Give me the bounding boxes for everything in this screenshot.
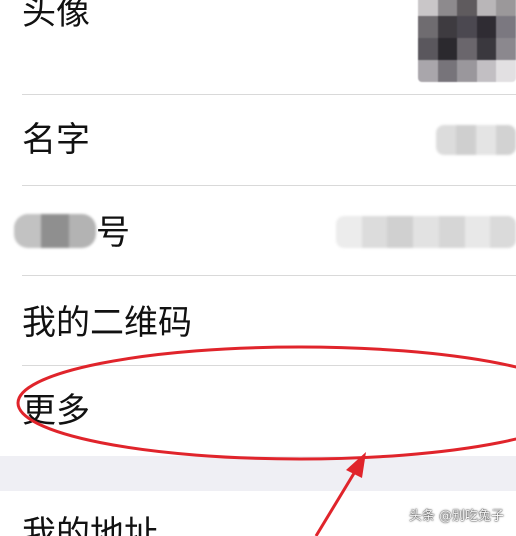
account-id-label: 号	[96, 213, 130, 253]
address-label: 我的地址	[22, 514, 158, 536]
section-gap	[0, 456, 516, 491]
name-row[interactable]: 名字	[0, 95, 516, 186]
avatar-row[interactable]: 头像	[0, 0, 516, 95]
name-label: 名字	[22, 120, 90, 160]
more-row[interactable]: 更多	[0, 366, 516, 456]
qr-code-row[interactable]: 我的二维码	[0, 276, 516, 366]
account-id-prefix-redacted	[14, 214, 96, 248]
account-id-value-redacted	[336, 216, 516, 248]
watermark: 头条 @别吃兔子	[408, 509, 504, 524]
name-value-redacted	[436, 125, 516, 155]
account-id-row[interactable]: 号	[0, 186, 516, 276]
qr-code-label: 我的二维码	[22, 303, 192, 343]
avatar-image	[418, 0, 516, 82]
avatar-label: 头像	[22, 0, 90, 33]
more-label: 更多	[22, 391, 90, 431]
